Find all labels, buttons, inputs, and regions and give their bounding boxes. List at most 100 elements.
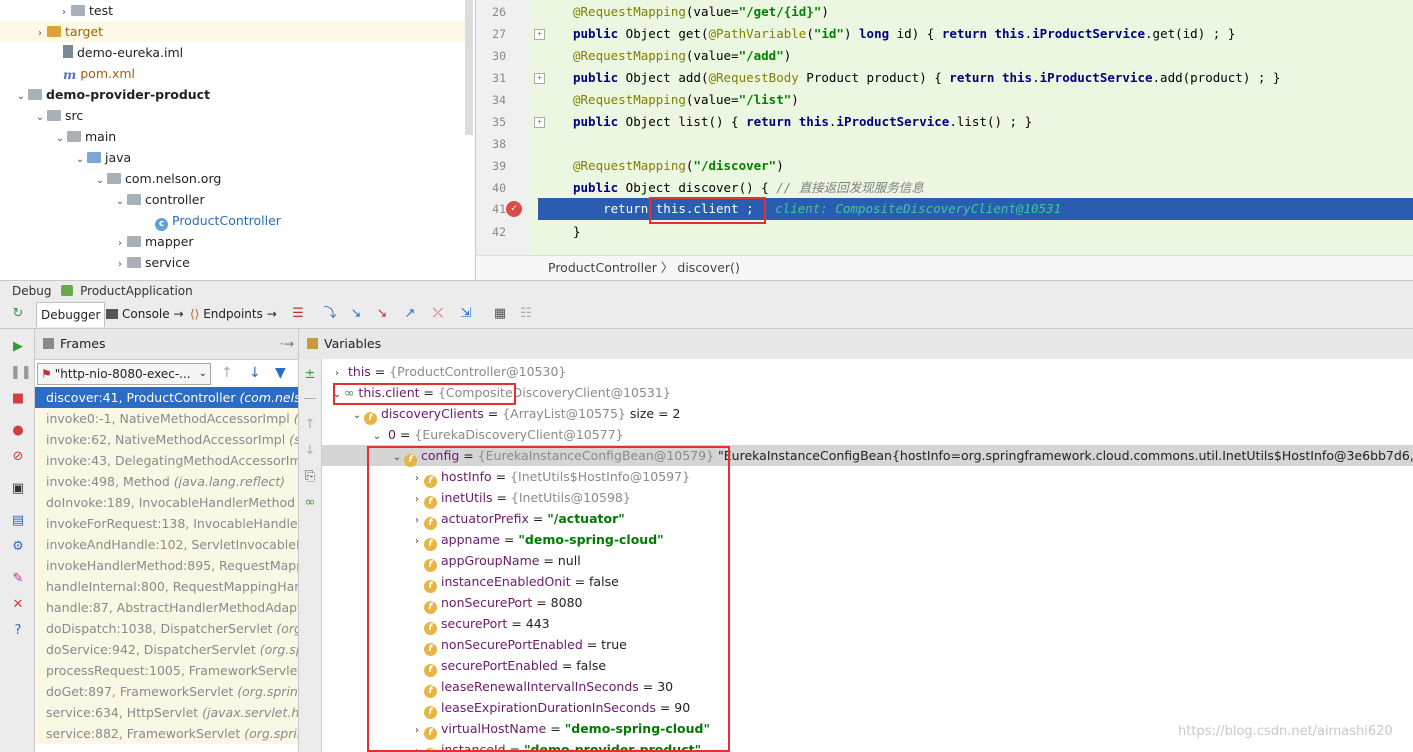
tree-item-label: demo-provider-product [46,87,211,102]
step-into-icon[interactable]: ↘ [348,306,364,322]
step-over-icon[interactable]: ⤵ [322,306,338,322]
watches-icon[interactable]: ∞ [302,495,318,511]
tree-item[interactable]: m pom.xml [0,63,465,84]
tab-console[interactable]: Console → [102,302,188,326]
tree-item[interactable]: ⌄ src [0,105,465,126]
camera-icon[interactable]: ▣ [10,481,26,497]
chevron-icon[interactable]: › [57,2,71,23]
force-step-into-icon[interactable]: ↘ [374,306,390,322]
mute-breakpoints-icon[interactable]: ⊘ [10,449,26,465]
breadcrumb: ProductController 〉 discover() [476,255,1413,280]
stack-frame[interactable]: service:634, HttpServlet (javax.servlet.… [35,702,298,723]
stack-frame[interactable]: handle:87, AbstractHandlerMethodAdapter [35,597,298,618]
frame-down-icon[interactable]: ↓ [249,365,261,381]
stack-frame[interactable]: invoke:62, NativeMethodAccessorImpl (sun [35,429,298,450]
tree-item-label: java [105,150,132,165]
tree-item[interactable]: › mapper [0,231,465,252]
pause-icon[interactable]: ❚❚ [10,365,32,381]
expand-chevron-icon[interactable]: ⌄ [350,405,364,426]
remove-watch-icon[interactable]: — [302,391,318,407]
stack-frame[interactable]: discover:41, ProductController (com.nels… [35,387,298,408]
stack-frame[interactable]: doService:942, DispatcherServlet (org.sp… [35,639,298,660]
chevron-icon[interactable]: ⌄ [14,86,28,107]
evaluate-expression-icon[interactable]: ▦ [492,306,508,322]
chevron-icon[interactable]: › [113,254,127,275]
view-breakpoints-icon[interactable]: ● [10,423,26,439]
tree-scrollbar[interactable] [465,0,473,135]
frame-up-icon[interactable]: ↑ [221,365,233,381]
stack-frame[interactable]: doInvoke:189, InvocableHandlerMethod (o [35,492,298,513]
stack-frame[interactable]: service:882, FrameworkServlet (org.sprin… [35,723,298,744]
tree-item[interactable]: › test [0,0,465,21]
thread-selector[interactable]: ⚑ "http-nio-8080-exec-... ⌄ [37,363,211,385]
tree-item[interactable]: ⌄ java [0,147,465,168]
move-up-icon[interactable]: ↑ [302,417,318,433]
settings-gear-icon[interactable]: ⚙ [10,539,26,555]
tree-item[interactable]: c ProductController [0,210,465,231]
stack-frame[interactable]: invokeForRequest:138, InvocableHandlerMe [35,513,298,534]
tree-item[interactable]: demo-eureka.iml [0,42,465,63]
variable-row[interactable]: ⌄ f discoveryClients = {ArrayList@10575} s… [322,403,1413,426]
stack-frame[interactable]: invoke0:-1, NativeMethodAccessorImpl (su… [35,408,298,429]
stack-frame[interactable]: invokeHandlerMethod:895, RequestMappin [35,555,298,576]
code-editor[interactable]: 26 @RequestMapping(value="/get/{id}") 27 pu… [476,0,1413,255]
tree-item[interactable]: › service [0,252,465,273]
folder-icon [127,257,141,268]
layout-icon[interactable]: ▤ [10,513,26,529]
tree-item[interactable]: ⌄ main [0,126,465,147]
trace-icon[interactable]: ☷ [518,306,534,322]
debug-title-bar: Debug ProductApplication [0,280,1413,301]
chevron-icon[interactable]: ⌄ [93,170,107,191]
stop-icon[interactable]: ■ [10,391,26,407]
breadcrumb-path[interactable]: ProductController 〉 discover() [548,256,740,280]
move-down-icon[interactable]: ↓ [302,443,318,459]
rerun-icon[interactable]: ↻ [10,306,26,322]
chevron-icon[interactable]: › [33,23,47,44]
line-number: 39 [492,159,506,173]
stack-frame[interactable]: doDispatch:1038, DispatcherServlet (org.… [35,618,298,639]
chevron-icon[interactable]: ⌄ [73,149,87,170]
tree-item[interactable]: ⌄ demo-provider-product [0,84,465,105]
expand-chevron-icon[interactable]: ⌄ [370,426,384,447]
fold-expand-icon[interactable]: + [534,73,545,84]
stack-frame[interactable]: handleInternal:800, RequestMappingHandle [35,576,298,597]
tree-item[interactable]: ⌄ controller [0,189,465,210]
frame-method: invokeHandlerMethod:895, RequestMappin [46,558,299,573]
stack-frame[interactable]: invoke:498, Method (java.lang.reflect) [35,471,298,492]
tree-item[interactable]: ⌄ com.nelson.org [0,168,465,189]
line-number: 31 [492,71,506,85]
stack-frame[interactable]: processRequest:1005, FrameworkServlet (o [35,660,298,681]
run-config-name[interactable]: ProductApplication [80,284,193,298]
stack-frame[interactable]: invoke:43, DelegatingMethodAccessorImpl [35,450,298,471]
evaluate-icon[interactable]: ± [302,367,318,383]
chevron-icon[interactable]: ⌄ [113,191,127,212]
copy-icon[interactable]: ⎘ [302,469,318,485]
drop-frame-icon[interactable]: ⤫ [430,306,446,322]
chevron-icon[interactable]: ⌄ [33,107,47,128]
pin-icon[interactable]: ✎ [10,571,26,587]
help-icon[interactable]: ? [10,623,26,639]
chevron-icon[interactable]: ⌄ [53,128,67,149]
stack-frame[interactable]: doGet:897, FrameworkServlet (org.springf… [35,681,298,702]
line-number: 30 [492,49,506,63]
close-icon[interactable]: ✕ [10,597,26,613]
step-out-icon[interactable]: ↗ [402,306,418,322]
expand-chevron-icon[interactable]: › [330,363,344,384]
show-execution-point-icon[interactable]: ☰ [290,306,306,322]
fold-expand-icon[interactable]: + [534,29,545,40]
frame-package: (org.springf [244,726,298,741]
chevron-icon[interactable]: › [113,233,127,254]
tab-debugger[interactable]: Debugger [36,302,106,327]
run-to-cursor-icon[interactable]: ⇲ [458,306,474,322]
frames-pin-icon[interactable]: ·→ [280,329,294,359]
breakpoint-icon[interactable]: ✓ [506,201,522,217]
tree-item[interactable]: › target [0,21,465,42]
fold-expand-icon[interactable]: + [534,117,545,128]
filter-icon[interactable]: ▼ [275,365,286,381]
tab-endpoints[interactable]: ⟨⟩ Endpoints → [186,302,281,326]
resume-icon[interactable]: ▶ [10,339,26,355]
variable-type: {ProductController@10530} [389,364,567,379]
variable-row[interactable]: ⌄ 0 = {EurekaDiscoveryClient@10577} [322,424,1413,445]
variable-row[interactable]: › this = {ProductController@10530} [322,361,1413,382]
stack-frame[interactable]: invokeAndHandle:102, ServletInvocableHan [35,534,298,555]
